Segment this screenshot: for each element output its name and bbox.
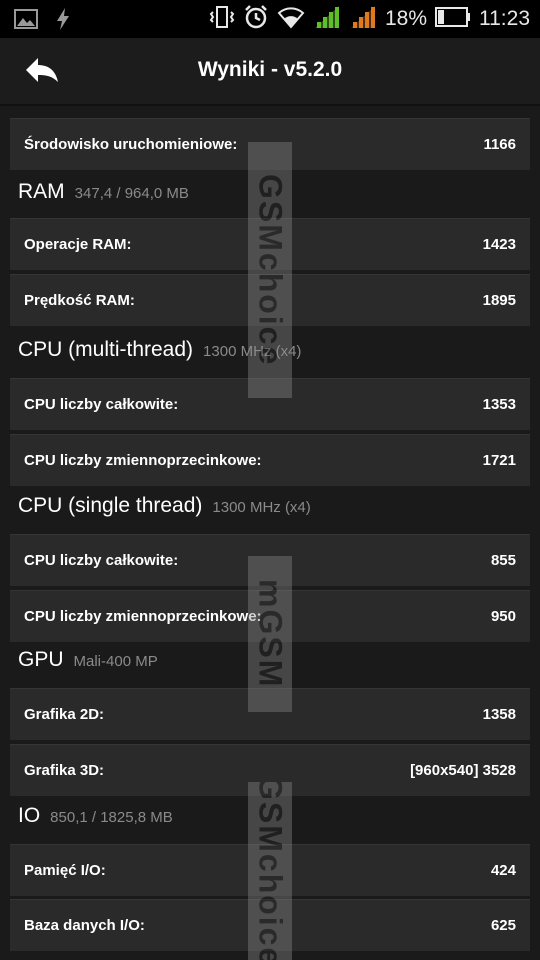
row-label: Prędkość RAM: xyxy=(24,292,135,309)
image-icon xyxy=(14,9,38,34)
list-item: CPU liczby zmiennoprzecinkowe: 1721 xyxy=(10,434,530,486)
vibrate-icon xyxy=(209,5,235,34)
section-title: CPU (single thread) xyxy=(18,494,203,517)
row-label: Baza danych I/O: xyxy=(24,917,145,934)
section-header-io: IO 850,1 / 1825,8 MB xyxy=(18,804,173,840)
row-value: 1353 xyxy=(482,396,516,413)
row-value: 1721 xyxy=(482,452,516,469)
action-bar: Wyniki - v5.2.0 xyxy=(0,38,540,106)
alarm-icon xyxy=(243,4,269,35)
row-label: Grafika 2D: xyxy=(24,706,105,723)
row-value: 855 xyxy=(490,552,516,569)
row-value: [960x540] 3528 xyxy=(410,762,516,779)
signal-icon-sim2 xyxy=(349,4,377,35)
row-label: Grafika 3D: xyxy=(24,762,105,779)
row-value: 1423 xyxy=(482,236,516,253)
row-label: CPU liczby całkowite: xyxy=(24,396,179,413)
row-label: Operacje RAM: xyxy=(24,236,132,253)
section-header-gpu: GPU Mali-400 MP xyxy=(18,648,158,684)
row-label: Pamięć I/O: xyxy=(24,862,106,879)
row-label: Środowisko uruchomieniowe: xyxy=(24,136,238,153)
row-value: 1166 xyxy=(483,136,516,153)
battery-icon xyxy=(435,6,471,32)
row-label: CPU liczby całkowite: xyxy=(24,552,179,569)
section-title: CPU (multi-thread) xyxy=(18,338,194,361)
row-label: CPU liczby zmiennoprzecinkowe: xyxy=(24,608,262,625)
section-title: IO xyxy=(18,804,41,827)
signal-icon-sim1 xyxy=(313,4,341,35)
row-value: 950 xyxy=(490,608,516,625)
watermark: GSMchoice xyxy=(248,142,292,398)
results-list[interactable]: Środowisko uruchomieniowe: 1166 RAM 347,… xyxy=(0,106,540,960)
watermark: GSMchoice xyxy=(248,775,292,960)
battery-percent: 18% xyxy=(384,7,427,30)
status-bar: 18% 11:23 xyxy=(0,0,540,38)
section-subtitle: 1300 MHz (x4) xyxy=(212,499,311,516)
row-value: 424 xyxy=(490,862,516,879)
watermark: mGSM xyxy=(248,556,292,712)
flash-icon xyxy=(56,8,70,35)
section-header-cpu-single: CPU (single thread) 1300 MHz (x4) xyxy=(18,494,311,530)
section-subtitle: 347,4 / 964,0 MB xyxy=(74,185,189,202)
row-value: 625 xyxy=(490,917,516,934)
page-title: Wyniki - v5.2.0 xyxy=(197,58,343,81)
section-subtitle: 850,1 / 1825,8 MB xyxy=(50,809,173,826)
wifi-icon xyxy=(277,5,305,34)
section-header-ram: RAM 347,4 / 964,0 MB xyxy=(18,180,189,216)
clock: 11:23 xyxy=(479,7,530,30)
row-value: 1358 xyxy=(482,706,516,723)
section-title: GPU xyxy=(18,648,64,671)
row-label: CPU liczby zmiennoprzecinkowe: xyxy=(24,452,262,469)
section-subtitle: Mali-400 MP xyxy=(73,653,158,670)
section-title: RAM xyxy=(18,180,65,203)
row-value: 1895 xyxy=(482,292,516,309)
